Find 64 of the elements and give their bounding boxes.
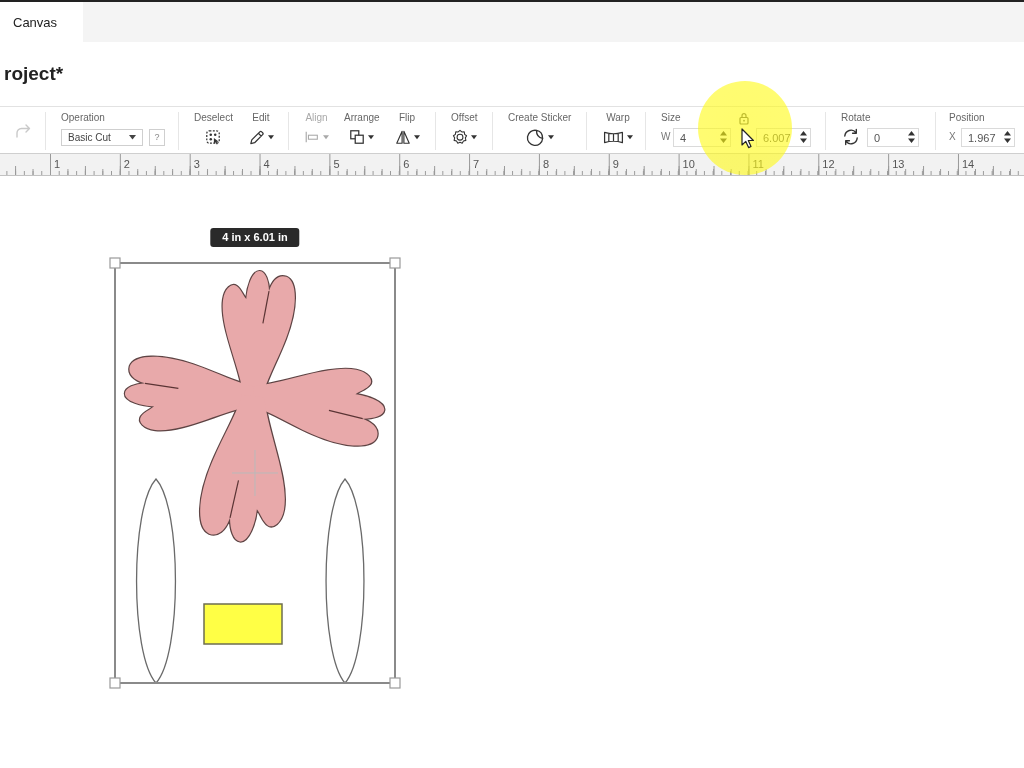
caret-icon	[470, 134, 477, 140]
caret-icon	[323, 134, 329, 140]
caret-icon	[413, 134, 420, 140]
help-button[interactable]: ?	[149, 128, 165, 146]
rectangle-shape[interactable]	[203, 603, 283, 645]
operation-label: Operation	[61, 112, 106, 124]
ruler-number: 12	[822, 158, 835, 170]
pencil-icon	[247, 128, 265, 146]
ruler-number: 11	[752, 158, 764, 170]
deselect-icon	[205, 129, 222, 145]
flower-shape[interactable]	[123, 269, 386, 543]
selection-box[interactable]	[114, 262, 396, 684]
warp-button[interactable]: Warp	[603, 112, 633, 150]
overlapping-squares-icon	[349, 129, 366, 145]
size-tooltip: 4 in x 6.01 in	[210, 228, 300, 247]
stepper-arrows-icon[interactable]	[908, 131, 915, 143]
ruler-number: 13	[892, 158, 905, 170]
flip-icon	[394, 129, 411, 145]
rotate-field[interactable]: 0	[867, 128, 919, 147]
rotate-label: Rotate	[841, 112, 872, 124]
edit-button[interactable]: Edit	[247, 112, 274, 150]
width-field[interactable]: 4	[673, 128, 731, 147]
caret-icon	[129, 134, 136, 140]
arrange-button[interactable]: Arrange	[344, 112, 380, 150]
resize-handle[interactable]	[109, 257, 121, 269]
sticker-icon	[525, 127, 545, 147]
ruler-number: 9	[612, 158, 619, 170]
ruler-number: 5	[333, 158, 340, 170]
resize-handle[interactable]	[389, 257, 401, 269]
ruler-number: 10	[682, 158, 695, 170]
stepper-arrows-icon[interactable]	[1004, 131, 1011, 143]
width-label: W	[661, 131, 672, 143]
caret-icon	[547, 134, 554, 140]
resize-handle[interactable]	[109, 677, 121, 689]
ruler-number: 4	[263, 158, 270, 170]
lock-icon[interactable]	[738, 111, 749, 125]
x-position-field[interactable]: 1.967	[961, 128, 1015, 147]
ruler-number: 8	[542, 158, 550, 170]
offset-button[interactable]: Offset	[451, 112, 478, 150]
caret-icon	[267, 134, 274, 140]
ruler-number: 6	[403, 158, 410, 170]
ruler-number: 1	[54, 158, 61, 170]
tab[interactable]: Canvas	[0, 2, 83, 42]
flip-button[interactable]: Flip	[394, 112, 420, 150]
warped-grid-icon	[603, 129, 624, 145]
project-title: roject*	[4, 63, 64, 85]
create-sticker-button[interactable]: Create Sticker	[508, 112, 572, 150]
caret-icon	[627, 134, 633, 140]
pointer-icon	[741, 128, 755, 149]
ruler-number: 3	[193, 158, 200, 170]
ruler-number: 2	[123, 158, 130, 170]
ruler-number: 7	[473, 158, 480, 170]
deselect-button[interactable]: Deselect	[194, 112, 233, 150]
crosshair-icon	[231, 449, 279, 497]
position-label: Position	[949, 112, 986, 124]
x-label: X	[949, 131, 957, 143]
size-label: Size	[661, 112, 682, 124]
rotate-arrows-icon[interactable]	[842, 128, 860, 146]
operation-dropdown[interactable]: Basic Cut	[61, 128, 143, 146]
ruler-number: 14	[961, 158, 975, 170]
stepper-arrows-icon[interactable]	[800, 131, 807, 143]
align-icon	[304, 129, 320, 145]
resize-handle[interactable]	[389, 677, 401, 689]
caret-icon	[368, 134, 375, 140]
